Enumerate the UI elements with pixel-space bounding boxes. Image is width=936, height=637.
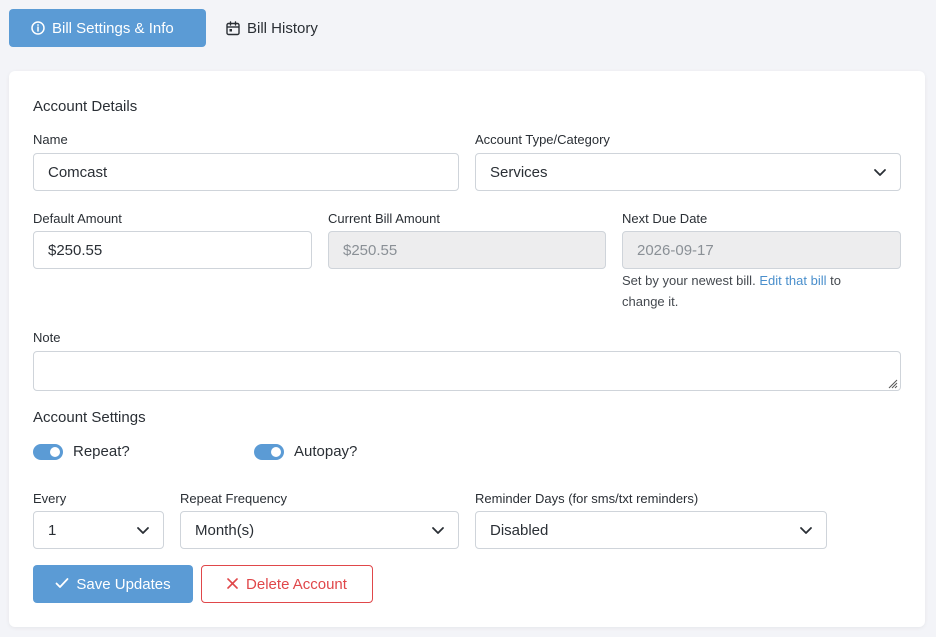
tab-label: Bill History [247, 19, 318, 37]
name-value: Comcast [48, 163, 108, 181]
default-amount-input[interactable]: $250.55 [33, 231, 312, 269]
default-amount-value: $250.55 [48, 241, 103, 259]
help-text-prefix: Set by your newest bill. [622, 273, 756, 288]
category-select[interactable]: Services [475, 153, 901, 191]
help-text-suffix: to [830, 273, 841, 288]
every-value: 1 [48, 521, 57, 539]
chevron-down-icon [873, 165, 887, 179]
info-circle-icon [31, 21, 45, 35]
reminder-days-select[interactable]: Disabled [475, 511, 827, 549]
name-input[interactable]: Comcast [33, 153, 459, 191]
chevron-down-icon [136, 523, 150, 537]
calendar-icon [226, 20, 240, 36]
repeat-frequency-select[interactable]: Month(s) [180, 511, 459, 549]
tab-bill-settings[interactable]: Bill Settings & Info [9, 9, 206, 47]
next-due-date-help: Set by your newest bill. Edit that bill … [622, 270, 902, 312]
next-due-date-value: 2026-09-17 [637, 241, 714, 259]
chevron-down-icon [431, 523, 445, 537]
current-bill-amount-input: $250.55 [328, 231, 606, 269]
bill-settings-card: Account Details Name Comcast Account Typ… [9, 71, 925, 627]
reminder-days-value: Disabled [490, 521, 549, 539]
note-label: Note [33, 330, 61, 345]
tab-bill-history[interactable]: Bill History [214, 9, 332, 47]
note-textarea[interactable] [33, 351, 901, 391]
repeat-toggle[interactable] [33, 444, 63, 460]
default-amount-label: Default Amount [33, 211, 122, 226]
tab-label: Bill Settings & Info [52, 19, 174, 37]
autopay-label: Autopay? [294, 443, 358, 460]
repeat-frequency-label: Repeat Frequency [180, 491, 287, 506]
autopay-toggle[interactable] [254, 444, 284, 460]
check-icon [55, 576, 69, 593]
account-settings-heading: Account Settings [33, 409, 146, 426]
next-due-date-input: 2026-09-17 [622, 231, 901, 269]
tab-bar: Bill Settings & Info Bill History [9, 9, 332, 47]
edit-bill-link[interactable]: Edit that bill [759, 273, 826, 288]
repeat-frequency-value: Month(s) [195, 521, 255, 539]
repeat-label: Repeat? [73, 443, 130, 460]
name-label: Name [33, 132, 68, 147]
chevron-down-icon [799, 523, 813, 537]
category-value: Services [490, 163, 548, 181]
close-icon [227, 576, 238, 593]
current-bill-amount-label: Current Bill Amount [328, 211, 440, 226]
every-select[interactable]: 1 [33, 511, 164, 549]
save-label: Save Updates [76, 575, 171, 593]
current-bill-amount-value: $250.55 [343, 241, 398, 259]
category-label: Account Type/Category [475, 132, 610, 147]
delete-label: Delete Account [246, 575, 347, 593]
next-due-date-label: Next Due Date [622, 211, 708, 226]
delete-account-button[interactable]: Delete Account [201, 565, 373, 603]
resize-handle-icon[interactable] [886, 376, 898, 389]
reminder-days-label: Reminder Days (for sms/txt reminders) [475, 491, 699, 506]
account-details-heading: Account Details [33, 98, 138, 115]
save-updates-button[interactable]: Save Updates [33, 565, 193, 603]
help-text-suffix-2: change it. [622, 294, 679, 309]
every-label: Every [33, 491, 67, 506]
